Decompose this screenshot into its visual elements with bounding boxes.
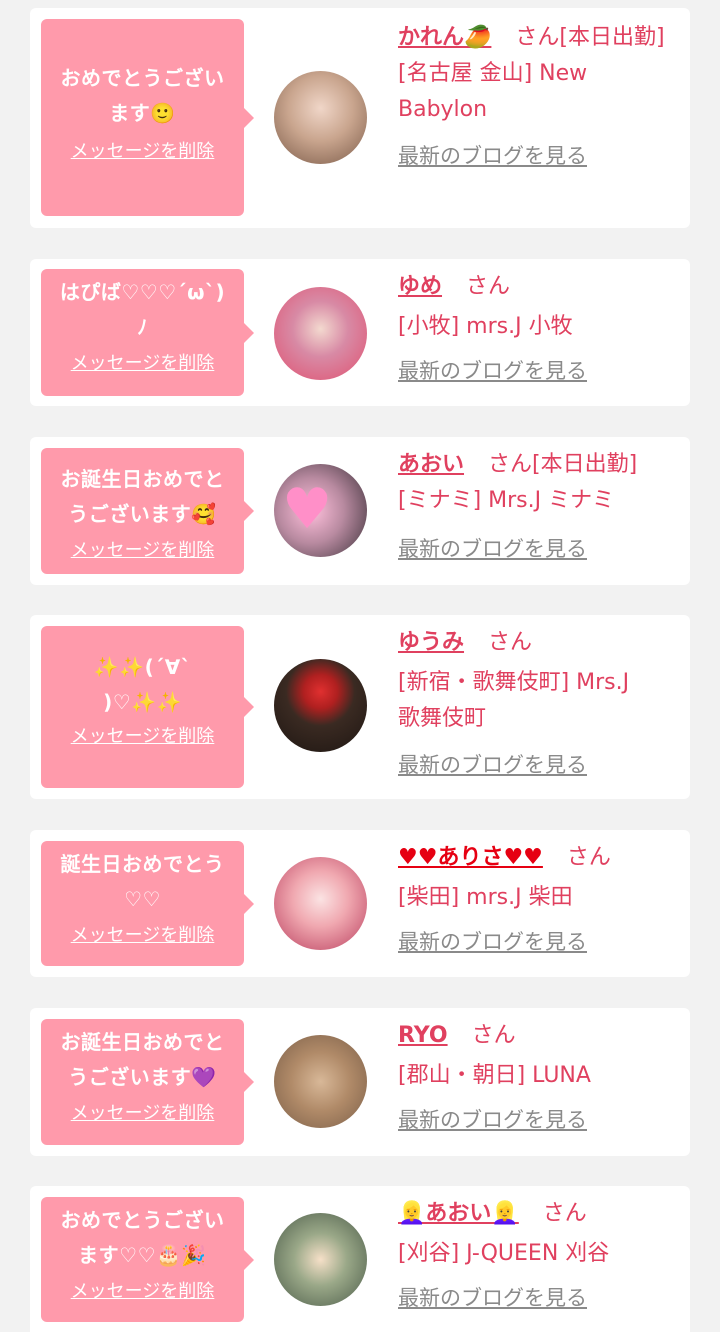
message-bubble: はぴば♡♡♡´ω`) ﾉ メッセージを削除	[41, 269, 254, 396]
avatar[interactable]	[274, 71, 367, 164]
shop-line: Babylon	[398, 97, 488, 122]
message-bubble: おめでとうござい ます🙂 メッセージを削除	[41, 19, 254, 216]
message-text-line: ます♡♡🎂🎉	[78, 1243, 207, 1267]
message-text-line: ﾉ	[137, 315, 148, 339]
message-text-line: )♡✨✨	[103, 690, 182, 714]
latest-blog-link[interactable]: 最新のブログを見る	[398, 1280, 587, 1316]
message-text-line: 誕生日おめでとう	[60, 852, 225, 876]
latest-blog-link[interactable]: 最新のブログを見る	[398, 1102, 587, 1138]
shop-line: [柴田] mrs.J 柴田	[398, 885, 573, 910]
delete-message-link[interactable]: メッセージを削除	[71, 137, 215, 163]
honorific: さん	[515, 25, 560, 50]
honorific: さん	[466, 274, 511, 299]
latest-blog-link[interactable]: 最新のブログを見る	[398, 924, 587, 960]
shop-line: [新宿・歌舞伎町] Mrs.J	[398, 670, 630, 695]
message-card: はぴば♡♡♡´ω`) ﾉ メッセージを削除 ゆめ さん [小牧] mrs.J 小牧…	[30, 259, 690, 406]
message-text-line: ♡♡	[124, 887, 161, 911]
latest-blog-link[interactable]: 最新のブログを見る	[398, 138, 587, 174]
message-text-line: はぴば♡♡♡´ω`)	[59, 280, 226, 304]
shop-line: [刈谷] J-QUEEN 刈谷	[398, 1241, 610, 1266]
avatar[interactable]	[274, 857, 367, 950]
delete-message-link[interactable]: メッセージを削除	[71, 536, 215, 562]
girl-name-link[interactable]: ゆうみ	[398, 630, 464, 655]
girl-name-link[interactable]: RYO	[398, 1023, 448, 1048]
latest-blog-link[interactable]: 最新のブログを見る	[398, 747, 587, 783]
girl-name-link[interactable]: 👱‍♀️あおい👱‍♀️	[398, 1201, 519, 1226]
latest-blog-link[interactable]: 最新のブログを見る	[398, 531, 587, 567]
message-text-line: お誕生日おめでと	[60, 467, 225, 491]
shop-line: [郡山・朝日] LUNA	[398, 1063, 591, 1088]
status-label: [本日出勤]	[532, 452, 638, 477]
shop-line: [名古屋 金山] New	[398, 61, 588, 86]
delete-message-link[interactable]: メッセージを削除	[71, 722, 215, 748]
avatar[interactable]	[274, 1035, 367, 1128]
message-bubble: お誕生日おめでと うございます💜 メッセージを削除	[41, 1019, 254, 1145]
message-bubble: お誕生日おめでと うございます🥰 メッセージを削除	[41, 448, 254, 574]
honorific: さん	[471, 1023, 516, 1048]
message-text-line: うございます💜	[68, 1065, 217, 1089]
honorific: さん	[488, 452, 533, 477]
message-text-line: うございます🥰	[68, 502, 217, 526]
avatar[interactable]	[274, 287, 367, 380]
message-bubble: おめでとうござい ます♡♡🎂🎉 メッセージを削除	[41, 1197, 254, 1322]
girl-name-link[interactable]: かれん🥭	[398, 25, 491, 50]
avatar[interactable]: ♥	[274, 464, 367, 557]
message-card: 誕生日おめでとう ♡♡ メッセージを削除 ♥♥ありさ♥♥ さん [柴田] mrs.…	[30, 830, 690, 977]
shop-line: [小牧] mrs.J 小牧	[398, 314, 573, 339]
message-card: お誕生日おめでと うございます💜 メッセージを削除 RYO さん [郡山・朝日] …	[30, 1008, 690, 1156]
status-label: [本日出勤]	[559, 25, 665, 50]
message-text-line: おめでとうござい	[60, 66, 225, 90]
message-card: おめでとうござい ます🙂 メッセージを削除 かれん🥭 さん[本日出勤] [名古屋 …	[30, 8, 690, 228]
delete-message-link[interactable]: メッセージを削除	[71, 1099, 215, 1125]
honorific: さん	[488, 630, 533, 655]
message-text-line: ます🙂	[109, 101, 176, 125]
message-bubble: ✨✨(´∀` )♡✨✨ メッセージを削除	[41, 626, 254, 788]
latest-blog-link[interactable]: 最新のブログを見る	[398, 353, 587, 389]
honorific: さん	[566, 845, 611, 870]
girl-name-link[interactable]: あおい	[398, 452, 464, 477]
message-card: おめでとうござい ます♡♡🎂🎉 メッセージを削除 👱‍♀️あおい👱‍♀️ さん […	[30, 1186, 690, 1332]
shop-line: 歌舞伎町	[398, 706, 487, 731]
message-card: お誕生日おめでと うございます🥰 メッセージを削除 ♥ あおい さん[本日出勤] …	[30, 437, 690, 585]
avatar[interactable]	[274, 659, 367, 752]
heart-icon: ♥	[282, 477, 333, 542]
message-bubble: 誕生日おめでとう ♡♡ メッセージを削除	[41, 841, 254, 966]
delete-message-link[interactable]: メッセージを削除	[71, 349, 215, 375]
message-card: ✨✨(´∀` )♡✨✨ メッセージを削除 ゆうみ さん [新宿・歌舞伎町] Mrs…	[30, 615, 690, 799]
avatar[interactable]	[274, 1213, 367, 1306]
message-text-line: おめでとうござい	[60, 1208, 225, 1232]
girl-name-link[interactable]: ♥♥ありさ♥♥	[398, 845, 543, 870]
delete-message-link[interactable]: メッセージを削除	[71, 921, 215, 947]
girl-name-link[interactable]: ゆめ	[398, 274, 442, 299]
shop-line: [ミナミ] Mrs.J ミナミ	[398, 488, 615, 513]
message-text-line: ✨✨(´∀`	[93, 655, 192, 679]
honorific: さん	[542, 1201, 587, 1226]
delete-message-link[interactable]: メッセージを削除	[71, 1277, 215, 1303]
message-text-line: お誕生日おめでと	[60, 1030, 225, 1054]
